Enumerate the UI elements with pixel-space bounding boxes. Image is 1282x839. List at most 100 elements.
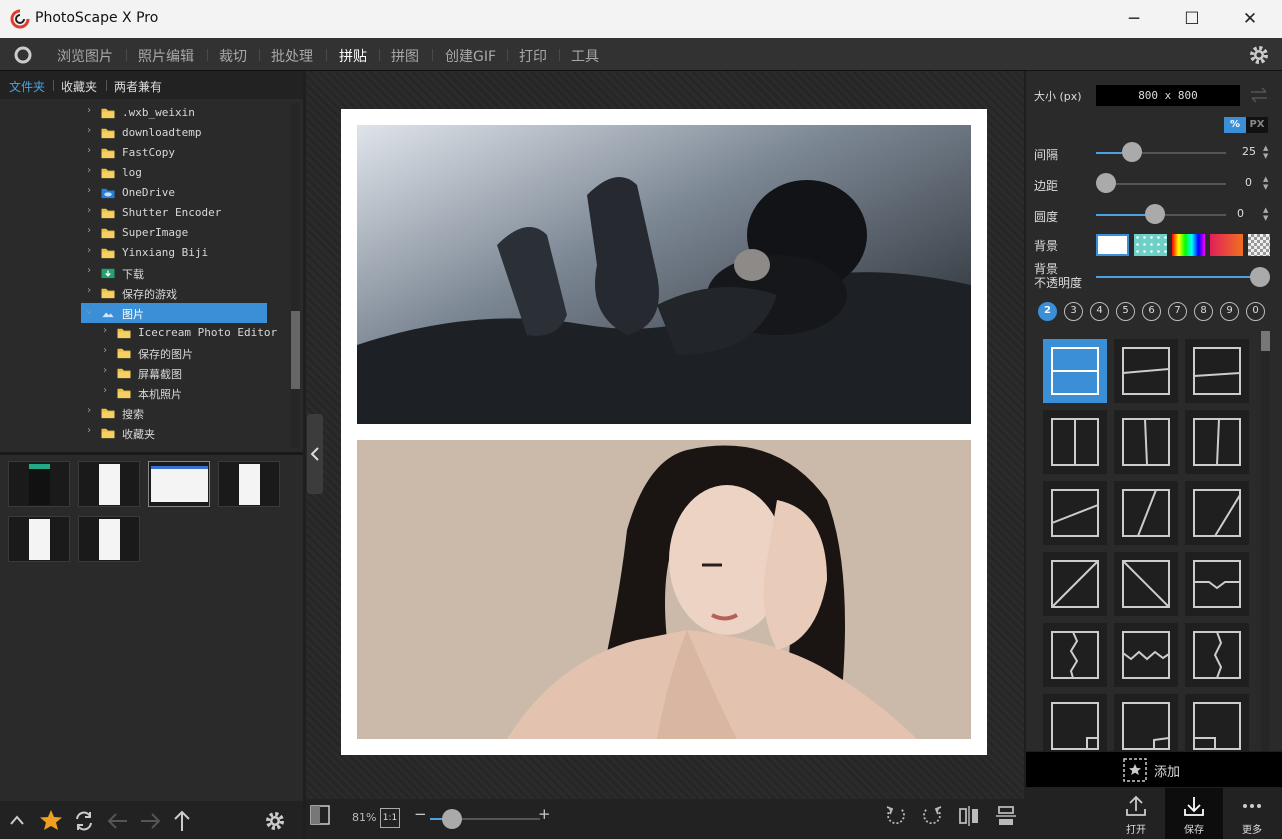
chevron-right-icon[interactable]: › (86, 265, 92, 276)
layout-template[interactable] (1114, 481, 1178, 545)
layout-count-3[interactable]: 3 (1064, 302, 1083, 321)
chevron-right-icon[interactable]: › (86, 205, 92, 216)
tree-scrollbar[interactable] (291, 103, 300, 448)
thumbnail[interactable] (78, 461, 140, 507)
spacing-value[interactable]: 25 (1226, 145, 1256, 158)
tree-node[interactable]: › .wxb_weixin (86, 103, 286, 123)
back-arrow-icon[interactable] (107, 811, 129, 831)
layout-template[interactable] (1114, 552, 1178, 616)
tree-node[interactable]: › 下载 (86, 263, 286, 283)
tree-node[interactable]: › 保存的图片 (102, 343, 290, 363)
chevron-right-icon[interactable]: › (86, 185, 92, 196)
settings-gear-icon[interactable] (1248, 44, 1270, 66)
layout-grid-scrollbar-thumb[interactable] (1261, 331, 1270, 351)
layout-template[interactable] (1185, 623, 1249, 687)
layout-count-5[interactable]: 5 (1116, 302, 1135, 321)
chevron-right-icon[interactable]: › (102, 365, 108, 376)
layout-template[interactable] (1185, 694, 1249, 751)
chevron-right-icon[interactable]: › (86, 425, 92, 436)
layout-template[interactable] (1043, 623, 1107, 687)
home-logo-icon[interactable] (12, 45, 34, 65)
layout-template[interactable] (1043, 552, 1107, 616)
rotate-right-icon[interactable] (920, 804, 944, 828)
spacing-slider-knob[interactable] (1122, 142, 1142, 162)
chevron-right-icon[interactable]: › (86, 125, 92, 136)
chevron-right-icon[interactable]: › (102, 385, 108, 396)
zoom-slider-knob[interactable] (442, 809, 462, 829)
roundness-slider-knob[interactable] (1145, 204, 1165, 224)
close-button[interactable]: ✕ (1221, 0, 1279, 38)
tree-node[interactable]: › Icecream Photo Editor (102, 323, 290, 343)
swap-size-icon[interactable] (1248, 85, 1270, 105)
chevron-right-icon[interactable]: › (86, 245, 92, 256)
tree-node[interactable]: › 搜索 (86, 403, 286, 423)
collage-photo-1[interactable] (357, 125, 971, 424)
bg-pattern-swatch[interactable] (1134, 234, 1167, 256)
thumbnail[interactable] (78, 516, 140, 562)
tree-node[interactable]: › 本机照片 (102, 383, 290, 403)
layout-count-8[interactable]: 8 (1194, 302, 1213, 321)
forward-arrow-icon[interactable] (139, 811, 161, 831)
tree-node[interactable]: › 屏幕截图 (102, 363, 290, 383)
tree-node[interactable]: › 收藏夹 (86, 423, 286, 443)
bg-gradient-swatch[interactable] (1210, 234, 1243, 256)
layout-count-9[interactable]: 9 (1220, 302, 1239, 321)
menu-create-gif[interactable]: 创建GIF (445, 46, 496, 66)
open-button[interactable]: 打开 (1107, 788, 1165, 839)
tab-folders[interactable]: 文件夹 (9, 78, 45, 95)
layout-template[interactable] (1043, 694, 1107, 751)
layout-grid-scrollbar[interactable] (1261, 331, 1270, 751)
thumbnail[interactable] (218, 461, 280, 507)
bg-white-swatch[interactable] (1096, 234, 1129, 256)
layout-template[interactable] (1185, 552, 1249, 616)
menu-photo-edit[interactable]: 照片编辑 (138, 46, 194, 66)
layout-count-2[interactable]: 2 (1038, 302, 1057, 321)
tab-both[interactable]: 两者兼有 (114, 78, 162, 95)
menu-combine[interactable]: 拼图 (391, 46, 419, 66)
menu-browse[interactable]: 浏览图片 (57, 46, 113, 66)
margin-slider-knob[interactable] (1096, 173, 1116, 193)
layout-count-6[interactable]: 6 (1142, 302, 1161, 321)
thumbnail[interactable] (8, 516, 70, 562)
tree-node[interactable]: › SuperImage (86, 223, 286, 243)
bg-opacity-slider-knob[interactable] (1250, 267, 1270, 287)
chevron-right-icon[interactable]: › (86, 405, 92, 416)
thumbnail[interactable] (8, 461, 70, 507)
tree-node[interactable]: › OneDrive (86, 183, 286, 203)
menu-collage[interactable]: 拼贴 (339, 46, 367, 66)
bg-transparent-swatch[interactable] (1248, 234, 1270, 256)
panel-divider[interactable] (0, 452, 303, 455)
chevron-right-icon[interactable]: › (102, 345, 108, 356)
tree-scrollbar-thumb[interactable] (291, 311, 300, 389)
refresh-icon[interactable] (73, 810, 95, 832)
chevron-right-icon[interactable]: › (86, 225, 92, 236)
layout-template[interactable] (1114, 623, 1178, 687)
flip-vertical-icon[interactable] (994, 804, 1018, 828)
zoom-out-button[interactable]: − (414, 805, 427, 823)
layout-template[interactable] (1185, 410, 1249, 474)
minimize-button[interactable]: ─ (1105, 0, 1163, 38)
unit-percent-button[interactable]: % (1224, 117, 1246, 133)
chevron-right-icon[interactable]: › (86, 105, 92, 116)
roundness-spinner-icon[interactable]: ▲ ▼ (1263, 206, 1268, 222)
bg-rainbow-swatch[interactable] (1172, 234, 1205, 256)
zoom-in-button[interactable]: + (538, 805, 551, 823)
rotate-left-icon[interactable] (884, 804, 908, 828)
flip-horizontal-icon[interactable] (957, 804, 981, 828)
tree-node[interactable]: ⌄ 图片 (81, 303, 267, 323)
tree-node[interactable]: › log (86, 163, 286, 183)
chevron-up-icon[interactable] (9, 814, 25, 826)
menu-crop[interactable]: 裁切 (219, 46, 247, 66)
collage-paper[interactable] (341, 109, 987, 755)
tree-node[interactable]: › 保存的游戏 (86, 283, 286, 303)
spacing-spinner-icon[interactable]: ▲ ▼ (1263, 144, 1268, 160)
layout-template[interactable] (1185, 481, 1249, 545)
thumbnail[interactable] (148, 461, 210, 507)
tree-node[interactable]: › Shutter Encoder (86, 203, 286, 223)
more-button[interactable]: 更多 (1223, 788, 1281, 839)
layout-template[interactable] (1043, 410, 1107, 474)
tree-node[interactable]: › Yinxiang Biji (86, 243, 286, 263)
layout-count-7[interactable]: 7 (1168, 302, 1187, 321)
chevron-right-icon[interactable]: › (102, 325, 108, 336)
layout-template[interactable] (1043, 481, 1107, 545)
